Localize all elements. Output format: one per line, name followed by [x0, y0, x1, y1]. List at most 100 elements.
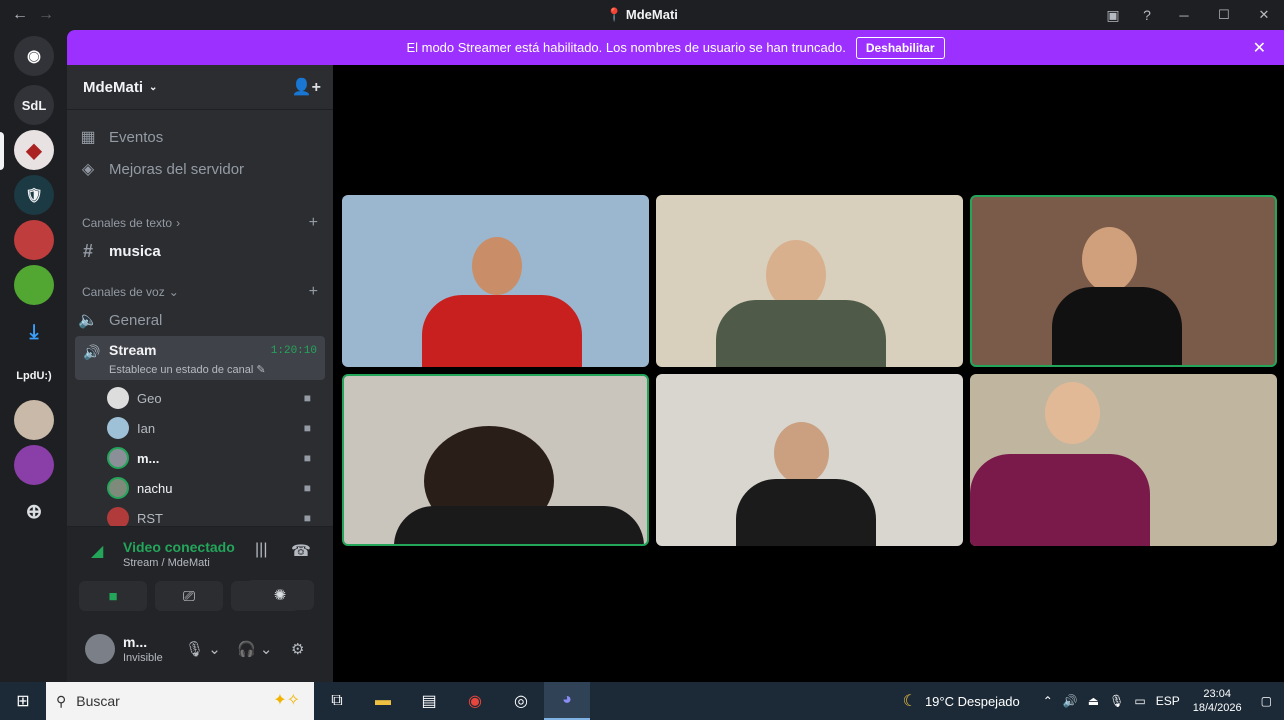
voice-category-label: Canales de voz [82, 285, 165, 299]
avatar [107, 387, 129, 409]
noise-suppression-icon[interactable]: ||| [255, 541, 267, 559]
invite-user-icon[interactable]: 👤+ [292, 77, 321, 97]
windows-taskbar: ⊞ ⚲ Buscar ✦✧ ⧉ ▬ ▤ ◉ ◎ ◕ ☾ 19°C Despeja… [0, 682, 1284, 720]
soundboard-button[interactable]: ✺ [246, 580, 314, 610]
streamer-mode-banner: El modo Streamer está habilitado. Los no… [67, 30, 1284, 65]
soundboard-icon: ✺ [273, 587, 287, 604]
video-tile[interactable] [342, 195, 649, 367]
server-header[interactable]: MdeMati ⌄ 👤+ [67, 65, 333, 110]
voice-category[interactable]: Canales de voz ⌄ + [82, 283, 322, 301]
avatar [107, 417, 129, 439]
video-tile[interactable] [656, 374, 963, 546]
add-voice-channel-icon[interactable]: + [309, 283, 318, 301]
weather-text: 19°C Despejado [924, 693, 1020, 709]
system-tray: ☾ 19°C Despejado ⌃ 🔊 ⏏ 🎙 ▭ ESP 23:04 18/… [903, 682, 1284, 720]
voice-user[interactable]: m... ■ [107, 446, 319, 470]
video-tile[interactable] [656, 195, 963, 367]
voice-user-name: nachu [137, 480, 173, 496]
download-icon[interactable]: ⤓ [14, 312, 54, 352]
close-window-button[interactable]: ✕ [1244, 0, 1284, 30]
clock[interactable]: 23:04 18/4/2026 [1193, 687, 1242, 715]
events-label: Eventos [109, 128, 164, 146]
windows-start-icon[interactable]: ⊞ [0, 682, 46, 720]
signal-icon[interactable]: ◢ [91, 541, 103, 561]
hash-icon: # [82, 241, 93, 261]
disable-streamer-button[interactable]: Deshabilitar [855, 36, 945, 59]
video-tile[interactable] [970, 374, 1277, 546]
video-tile[interactable] [970, 195, 1277, 367]
events-item[interactable]: ▦ Eventos [75, 127, 325, 147]
voice-user-name: Geo [137, 390, 162, 406]
taskbar-search[interactable]: ⚲ Buscar ✦✧ [46, 682, 314, 720]
add-server-icon[interactable]: ⊕ [14, 491, 54, 531]
chevron-up-icon[interactable]: ⌃ [1043, 694, 1053, 708]
maximize-button[interactable]: ☐ [1204, 0, 1244, 30]
text-category[interactable]: Canales de texto › + [82, 214, 322, 232]
text-category-label: Canales de texto [82, 216, 173, 230]
channel-musica[interactable]: # musica [75, 241, 325, 262]
calendar-icon: ▦ [80, 129, 96, 146]
boosts-item[interactable]: ◈ Mejoras del servidor [75, 159, 325, 179]
server-sdl[interactable]: SdL [14, 85, 54, 125]
channel-status-link[interactable]: Establece un estado de canal ✎ [109, 363, 266, 376]
help-icon[interactable]: ? [1130, 0, 1164, 30]
avatar[interactable] [85, 634, 115, 664]
chrome-icon[interactable]: ◉ [452, 682, 498, 720]
camera-icon: ■ [303, 391, 311, 405]
weather-widget[interactable]: ☾ 19°C Despejado [903, 691, 1020, 711]
inbox-icon[interactable]: ▣ [1096, 0, 1130, 30]
chevron-right-icon: › [176, 216, 181, 230]
moon-icon: ☾ [902, 693, 917, 710]
headset-icon[interactable]: 🎧 ⌄ [237, 640, 272, 658]
usb-icon[interactable]: ⏏ [1088, 694, 1099, 708]
voice-user[interactable]: Ian ■ [107, 416, 319, 440]
server-icon-2[interactable]: ◆ [14, 130, 54, 170]
server-icon-3[interactable]: 🛡 [14, 175, 54, 215]
clock-date: 18/4/2026 [1192, 702, 1242, 714]
server-list: ◉ SdL ◆ 🛡 ⤓ LpdU:) ⊕ [0, 30, 67, 682]
chevron-down-icon: ⌄ [149, 81, 158, 93]
camera-toggle-button[interactable]: ■ [79, 581, 147, 611]
microphone-icon[interactable]: 🎙 ⌄ [185, 640, 221, 658]
boosts-label: Mejoras del servidor [109, 160, 245, 178]
server-icon-9[interactable] [14, 445, 54, 485]
network-icon[interactable]: ▭ [1134, 694, 1145, 708]
disconnect-icon[interactable]: ☎ [291, 541, 311, 561]
camera-icon: ■ [108, 587, 118, 605]
discord-taskbar-icon[interactable]: ◕ [544, 682, 590, 720]
voice-user-name: m... [137, 450, 160, 466]
obs-icon[interactable]: ◎ [498, 682, 544, 720]
server-lpdu[interactable]: LpdU:) [14, 356, 54, 396]
voice-stream-label: Stream [109, 342, 157, 358]
notifications-icon[interactable]: ▢ [1261, 694, 1272, 708]
server-icon-4[interactable] [14, 220, 54, 260]
user-status: Invisible [123, 652, 163, 664]
voice-user[interactable]: nachu ■ [107, 476, 319, 500]
clock-time: 23:04 [1203, 688, 1231, 700]
voice-status-subtitle[interactable]: Stream / MdeMati [123, 557, 210, 569]
video-stage [333, 65, 1284, 682]
file-explorer-icon[interactable]: ▬ [360, 682, 406, 720]
voice-user-name: Ian [137, 420, 156, 436]
gear-icon[interactable]: ⚙ [291, 640, 304, 658]
voice-channel-stream[interactable]: 🔊 Stream 1:20:10 Establece un estado de … [75, 336, 325, 380]
share-screen-button[interactable]: ⎚ [155, 581, 223, 611]
camera-icon: ■ [303, 421, 311, 435]
video-tile[interactable] [342, 374, 649, 546]
voice-user[interactable]: Geo ■ [107, 386, 319, 410]
add-channel-icon[interactable]: + [309, 214, 318, 232]
task-view-icon[interactable]: ⧉ [314, 682, 360, 720]
back-arrow-icon[interactable]: ← [12, 6, 28, 24]
server-icon-5[interactable] [14, 265, 54, 305]
voice-user-name: RST [137, 510, 163, 526]
voice-channel-general[interactable]: 🔈 General [75, 310, 325, 330]
forward-arrow-icon[interactable]: → [38, 6, 54, 24]
microphone-icon[interactable]: 🎙 [1109, 694, 1124, 708]
language-indicator[interactable]: ESP [1156, 694, 1180, 708]
discord-home-icon[interactable]: ◉ [14, 36, 54, 76]
volume-icon[interactable]: 🔊 [1063, 694, 1078, 708]
server-icon-8[interactable] [14, 400, 54, 440]
minimize-button[interactable]: ─ [1164, 0, 1204, 30]
notepad-icon[interactable]: ▤ [406, 682, 452, 720]
close-icon[interactable]: ✕ [1253, 38, 1266, 58]
